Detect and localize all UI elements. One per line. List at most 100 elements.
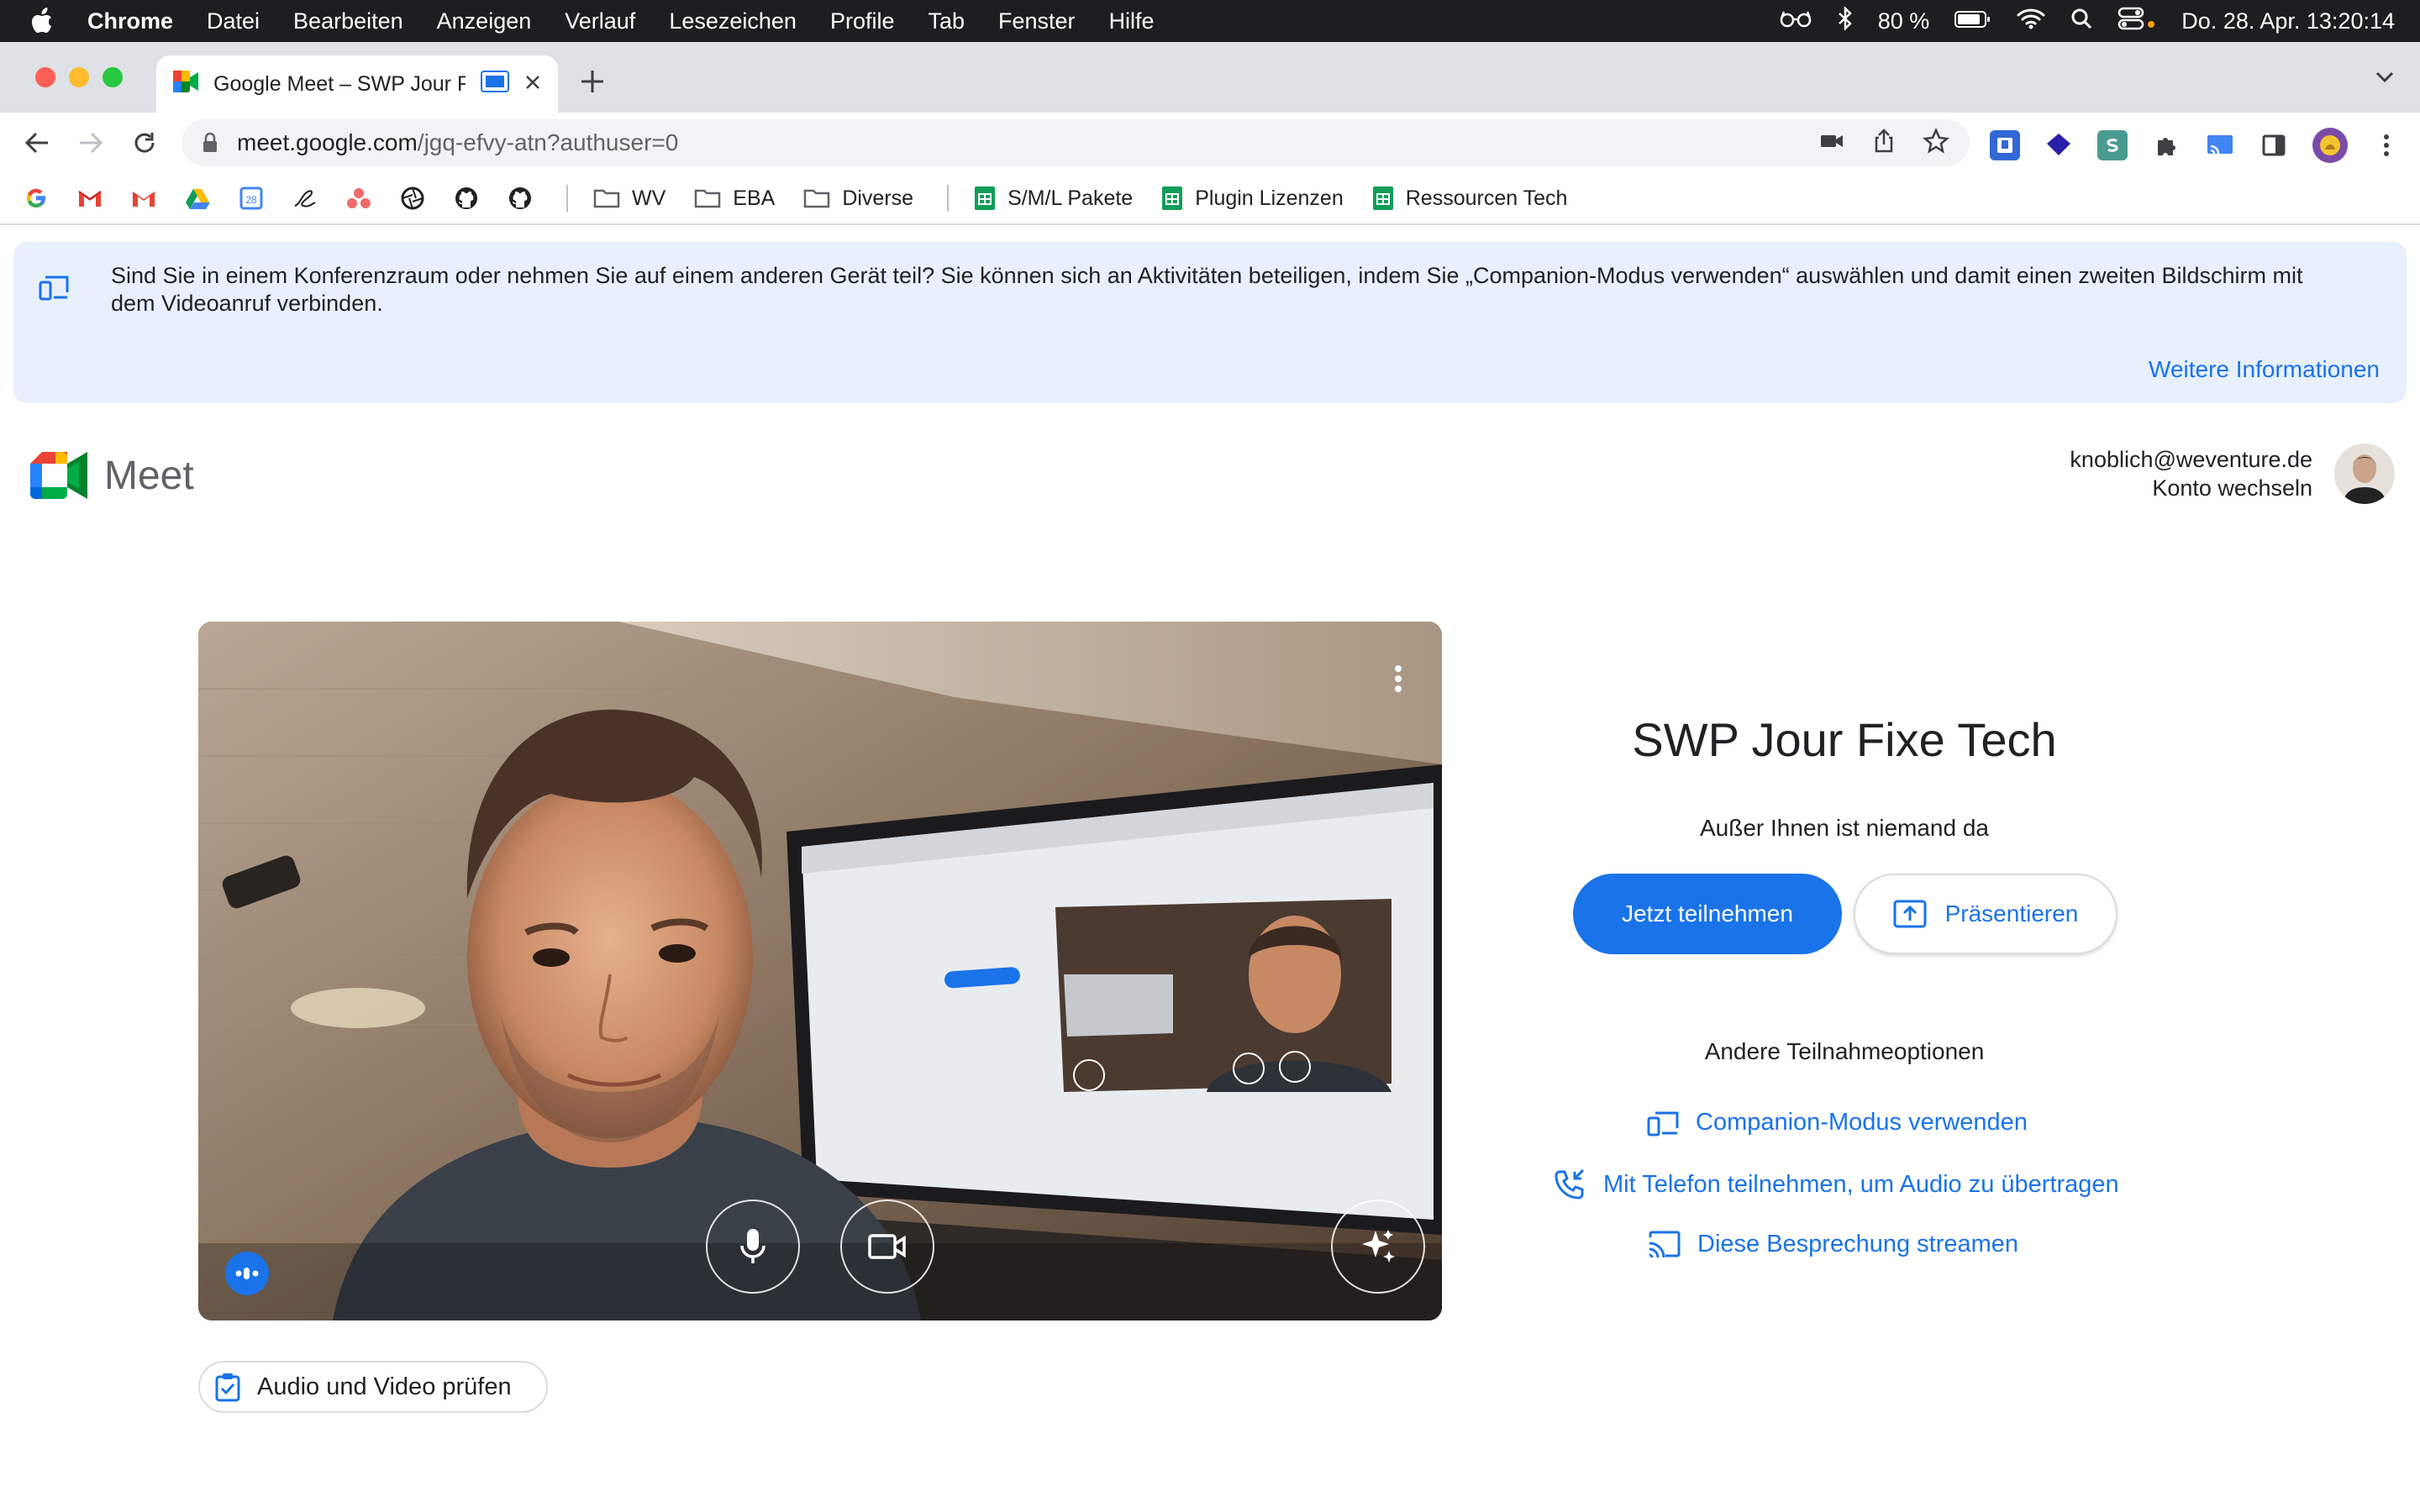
- back-button[interactable]: [20, 126, 54, 160]
- sparkle-effects-icon: [1362, 1230, 1395, 1263]
- bookmark-folder-eba[interactable]: EBA: [694, 186, 775, 211]
- present-label: Präsentieren: [1944, 900, 2079, 927]
- bluetooth-icon[interactable]: [1838, 5, 1853, 36]
- profile-avatar-icon[interactable]: [2312, 128, 2348, 163]
- aperture-bookmark-icon[interactable]: [400, 186, 425, 211]
- tab-search-chevron-icon[interactable]: [2375, 71, 2395, 88]
- spotlight-search-icon[interactable]: [2070, 8, 2092, 35]
- reload-button[interactable]: [128, 126, 161, 160]
- google-meet-logo-icon: [30, 452, 87, 499]
- cast-extension-icon[interactable]: [2205, 130, 2235, 160]
- menu-anzeigen[interactable]: Anzeigen: [437, 8, 532, 34]
- menu-hilfe[interactable]: Hilfe: [1109, 8, 1155, 34]
- forward-button[interactable]: [74, 126, 108, 160]
- camera-in-use-icon[interactable]: [1818, 128, 1845, 160]
- signature-bookmark-icon[interactable]: [292, 186, 318, 211]
- bookmark-folder-wv[interactable]: WV: [593, 186, 666, 211]
- clipboard-check-icon: [215, 1373, 240, 1402]
- browser-toolbar: meet.google.com/jgq-efvy-atn?authuser=0: [0, 113, 2420, 173]
- video-camera-icon: [868, 1234, 906, 1259]
- address-bar[interactable]: meet.google.com/jgq-efvy-atn?authuser=0: [182, 119, 1970, 166]
- layers-extension-icon[interactable]: [2044, 130, 2074, 160]
- companion-mode-label: Companion-Modus verwenden: [1696, 1109, 2028, 1136]
- bookmark-folder-label: Diverse: [842, 186, 914, 210]
- stream-meeting-link[interactable]: Diese Besprechung streamen: [1647, 1230, 2018, 1258]
- s-extension-icon[interactable]: [2097, 130, 2128, 160]
- more-info-link[interactable]: Weitere Informationen: [2149, 356, 2380, 383]
- menu-bearbeiten[interactable]: Bearbeiten: [293, 8, 403, 34]
- more-options-icon[interactable]: [1393, 664, 1403, 698]
- microphone-icon: [740, 1229, 765, 1263]
- wifi-icon[interactable]: [2017, 8, 2045, 35]
- bookmarks-bar: 28 WV EBA Diverse S/M/L Pakete Plugin Li…: [0, 173, 2420, 225]
- gmail-bookmark-icon[interactable]: [77, 186, 103, 211]
- github-bookmark-icon[interactable]: [454, 186, 479, 211]
- sheets-icon: [1162, 186, 1183, 210]
- banner-text: Sind Sie in einem Konferenzraum oder neh…: [111, 263, 2303, 316]
- battery-icon[interactable]: [1954, 8, 1991, 34]
- tab-strip: Google Meet – SWP Jour F: [0, 42, 2420, 113]
- menu-profile[interactable]: Profile: [830, 8, 895, 34]
- join-by-phone-link[interactable]: Mit Telefon teilnehmen, um Audio zu über…: [1555, 1169, 2119, 1200]
- chrome-menu-icon[interactable]: [2371, 130, 2402, 160]
- menubar-clock[interactable]: Do. 28. Apr. 13:20:14: [2181, 8, 2395, 34]
- meet-logo[interactable]: Meet: [30, 452, 194, 499]
- menu-datei[interactable]: Datei: [207, 8, 260, 34]
- camera-feed-image: [198, 622, 1442, 1320]
- bookmark-star-icon[interactable]: [1923, 127, 1949, 160]
- drive-bookmark-icon[interactable]: [185, 186, 210, 211]
- folder-icon: [593, 189, 620, 208]
- present-button[interactable]: Präsentieren: [1854, 874, 2118, 954]
- share-icon[interactable]: [1870, 128, 1897, 160]
- menu-tab[interactable]: Tab: [928, 8, 965, 34]
- account-email: knoblich@weventure.de: [2070, 447, 2312, 472]
- glasses-icon[interactable]: [1779, 8, 1812, 34]
- control-center-icon[interactable]: [2118, 6, 2156, 37]
- join-now-button[interactable]: Jetzt teilnehmen: [1573, 874, 1842, 954]
- sheets-icon: [975, 186, 996, 210]
- extension-1-icon[interactable]: [1990, 130, 2020, 160]
- extensions-puzzle-icon[interactable]: [2151, 130, 2181, 160]
- participants-status: Außer Ihnen ist niemand da: [1700, 815, 1989, 841]
- bookmark-sheet-plugin-lizenzen[interactable]: Plugin Lizenzen: [1161, 186, 1344, 211]
- companion-mode-link[interactable]: Companion-Modus verwenden: [1647, 1109, 2028, 1137]
- asana-bookmark-icon[interactable]: [346, 186, 371, 211]
- battery-percent[interactable]: 80 %: [1878, 8, 1930, 34]
- audio-level-icon: [225, 1252, 269, 1295]
- avatar[interactable]: [2334, 444, 2395, 504]
- close-window-button[interactable]: [35, 67, 55, 87]
- menu-lesezeichen[interactable]: Lesezeichen: [669, 8, 797, 34]
- visual-effects-button[interactable]: [1331, 1200, 1425, 1294]
- folder-icon: [695, 189, 721, 208]
- github-2-bookmark-icon[interactable]: [508, 186, 533, 211]
- menu-app-name[interactable]: Chrome: [87, 8, 173, 34]
- menu-verlauf[interactable]: Verlauf: [565, 8, 635, 34]
- minimize-window-button[interactable]: [69, 67, 89, 87]
- svg-text:28: 28: [245, 194, 257, 206]
- check-audio-video-button[interactable]: Audio und Video prüfen: [198, 1361, 548, 1413]
- tab-close-icon[interactable]: [524, 72, 541, 97]
- bookmark-folder-label: WV: [632, 186, 666, 210]
- meet-wordmark: Meet: [104, 453, 194, 498]
- switch-account-link[interactable]: Konto wechseln: [2070, 474, 2312, 502]
- meeting-title: SWP Jour Fixe Tech: [1632, 713, 2057, 766]
- camera-toggle-button[interactable]: [840, 1200, 934, 1294]
- menu-fenster[interactable]: Fenster: [998, 8, 1076, 34]
- url-host: meet.google.com: [237, 129, 418, 155]
- microphone-toggle-button[interactable]: [706, 1200, 800, 1294]
- tab-google-meet[interactable]: Google Meet – SWP Jour F: [156, 55, 558, 113]
- bookmark-folder-diverse[interactable]: Diverse: [803, 186, 913, 211]
- bookmark-sheet-sml-pakete[interactable]: S/M/L Pakete: [974, 186, 1133, 211]
- new-tab-button[interactable]: [580, 66, 605, 99]
- bookmark-sheet-ressourcen-tech[interactable]: Ressourcen Tech: [1372, 186, 1567, 211]
- zoom-window-button[interactable]: [103, 67, 123, 87]
- account-info: knoblich@weventure.de Konto wechseln: [2070, 445, 2312, 502]
- gmail-2-bookmark-icon[interactable]: [131, 186, 156, 211]
- side-panel-icon[interactable]: [2259, 130, 2289, 160]
- google-bookmark-icon[interactable]: [24, 186, 49, 211]
- calendar-bookmark-icon[interactable]: 28: [239, 186, 264, 211]
- present-screen-icon: [1893, 900, 1927, 928]
- lock-icon[interactable]: [202, 132, 218, 154]
- apple-icon[interactable]: [32, 8, 57, 34]
- other-options-heading: Andere Teilnahmeoptionen: [1704, 1038, 1985, 1064]
